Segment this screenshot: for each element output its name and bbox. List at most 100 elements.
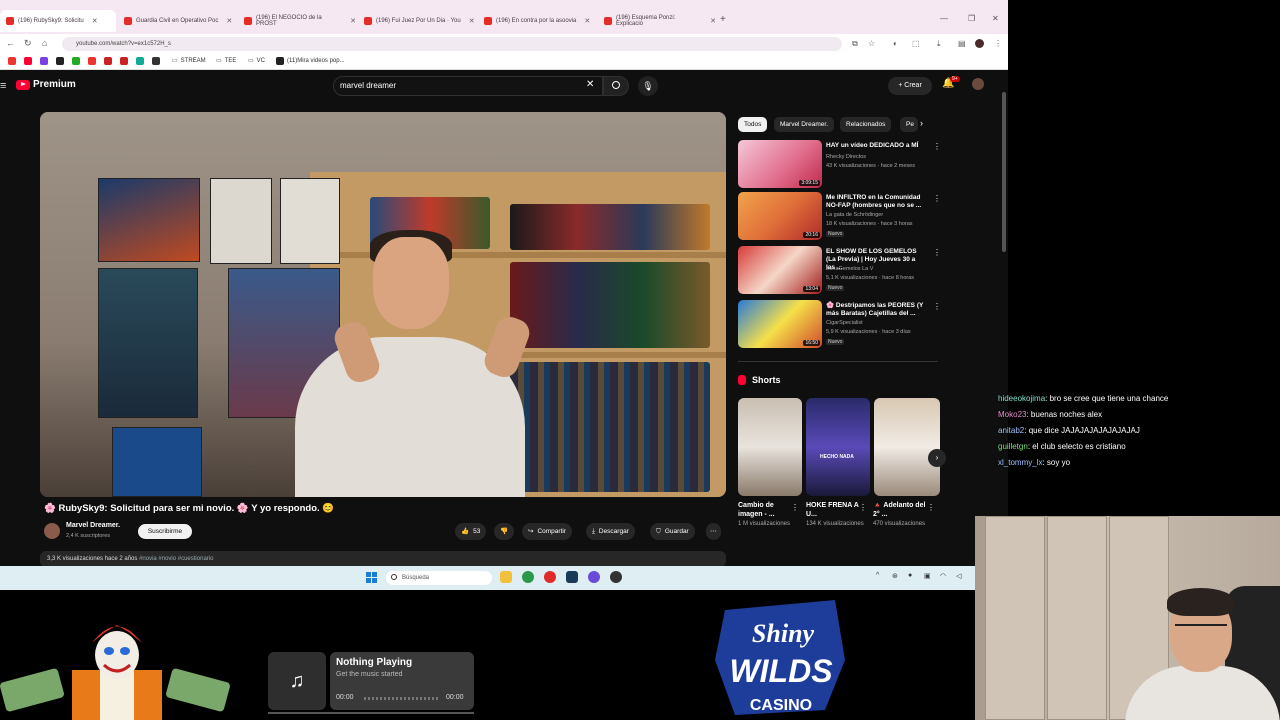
bookmark-icon[interactable] [40,57,48,65]
video-thumbnail[interactable]: 20:16 [738,192,822,240]
media-player-icon[interactable] [544,571,556,583]
more-vertical-icon[interactable]: ⋮ [791,503,799,512]
tab[interactable]: (196) Esquema Ponzi: Explicacio ✕ [604,12,716,30]
cast-icon[interactable]: ⧉ [852,39,858,49]
chip-todos[interactable]: Todos [738,117,768,132]
taskbar-search[interactable]: Búsqueda [386,571,492,585]
back-icon[interactable]: ← [6,38,15,48]
tab[interactable]: (196) El NEGOCIO de la PROST ✕ [244,12,356,30]
chevron-right-icon[interactable]: › [928,449,946,467]
channel-name[interactable]: Marvel Dreamer. [66,522,120,529]
more-vertical-icon[interactable]: ⋮ [933,302,941,311]
tray-app-icon[interactable]: ⊛ [892,572,898,580]
description-box[interactable]: 3,3 K visualizaciones hace 2 años #novia… [40,551,726,567]
windows-start-icon[interactable] [366,572,377,583]
bookmark-link[interactable]: (11)Mira videos pop... [276,57,345,65]
voice-search-icon[interactable]: 🎙 [638,76,658,96]
short-title[interactable]: 🔺 Adelanto del 2° ... [873,501,933,519]
close-icon[interactable]: ✕ [350,17,356,25]
recommendation-title[interactable]: HAY un vídeo DEDICADO a MÍ [826,142,926,150]
bookmark-icon[interactable] [120,57,128,65]
hamburger-menu-icon[interactable]: ≡ [0,80,6,92]
recommendation-title[interactable]: Me INFILTRO en la Comunidad NO-FAP (homb… [826,194,926,210]
page-scrollbar[interactable] [1000,72,1008,562]
short-thumbnail[interactable]: HECHO NADA [806,398,870,496]
video-thumbnail[interactable]: 3:09:15 [738,140,822,188]
discord-icon[interactable] [588,571,600,583]
home-icon[interactable]: ⌂ [42,38,47,48]
search-input[interactable]: marvel dreamer [333,76,603,96]
download-icon[interactable]: ⤓ [937,39,941,49]
recommendation-item[interactable]: 16:50 🌸 Destripamos las PEORES (Y más Ba… [738,300,941,348]
close-icon[interactable]: ✕ [469,17,475,25]
clear-search-icon[interactable]: ✕ [586,79,594,90]
puzzle-icon[interactable]: ⬚ [912,39,920,48]
minimize-icon[interactable]: — [940,14,948,23]
tray-chevron-icon[interactable]: ^ [876,572,879,579]
chevron-right-icon[interactable]: › [920,118,923,128]
more-vertical-icon[interactable]: ⋮ [933,142,941,151]
more-vertical-icon[interactable]: ⋮ [859,503,867,512]
bookmark-icon[interactable] [88,57,96,65]
recommendation-item[interactable]: 3:09:15 HAY un vídeo DEDICADO a MÍ Rheck… [738,140,941,188]
close-icon[interactable]: ✕ [710,17,716,25]
bookmark-icon[interactable] [104,57,112,65]
bookmark-folder-vc[interactable]: ▭ VC [248,57,265,65]
dislike-button[interactable]: 👎 [494,523,515,540]
more-vertical-icon[interactable]: ⋮ [933,194,941,203]
share-button[interactable]: ↪ Compartir [522,523,572,540]
youtube-premium-logo[interactable]: Premium [16,79,76,90]
channel-avatar[interactable] [44,523,60,539]
video-thumbnail[interactable]: 16:50 [738,300,822,348]
tray-app-icon[interactable]: ● [908,572,912,579]
bookmark-folder-stream[interactable]: ▭ STREAM [172,57,206,65]
close-icon[interactable]: ✕ [226,17,232,25]
recommendation-channel[interactable]: Rhecky Directos [826,154,866,160]
bookmark-star-icon[interactable]: ☆ [868,39,875,48]
address-bar[interactable]: youtube.com/watch?v=ex1c572H_s [62,37,842,51]
more-actions-button[interactable]: ⋯ [706,523,721,540]
short-thumbnail[interactable] [738,398,802,496]
short-thumbnail[interactable] [874,398,940,496]
search-button[interactable] [603,76,629,96]
bookmark-icon[interactable] [8,57,16,65]
tab-active[interactable]: (196) RubySky9: Solicitu ✕ [0,10,116,32]
tab[interactable]: (196) En contra por la asoovia ✕ [484,12,596,30]
recommendation-item[interactable]: 13:04 EL SHOW DE LOS GEMELOS (La Previa)… [738,246,941,294]
profile-avatar[interactable] [975,39,984,48]
recommendation-item[interactable]: 20:16 Me INFILTRO en la Comunidad NO-FAP… [738,192,941,240]
bookmark-icon[interactable] [72,57,80,65]
bookmark-icon[interactable] [152,57,160,65]
recommendation-title[interactable]: 🌸 Destripamos las PEORES (Y más Baratas)… [826,302,926,318]
chip-relacionados[interactable]: Relacionados [840,117,892,132]
extension-icon[interactable]: ◐ [893,39,898,48]
recommendation-channel[interactable]: ZonaGemelos La V [826,266,873,272]
reload-icon[interactable]: ↻ [24,38,32,49]
user-avatar[interactable] [972,78,984,90]
bookmark-folder-tee[interactable]: ▭ TEE [216,57,236,65]
subscribe-button[interactable]: Suscribirme [138,524,192,539]
save-button[interactable]: ⛉ Guardar [650,523,695,540]
recommendation-channel[interactable]: CigarSpecialist [826,320,863,326]
bookmark-icon[interactable] [136,57,144,65]
hashtags[interactable]: #novia #novio #cuestionario [139,556,213,562]
menu-dots-icon[interactable]: ⋮ [994,39,1002,48]
tab[interactable]: Guardia Civil en Operativo Poc ✕ [124,12,236,30]
file-explorer-icon[interactable] [500,571,512,583]
download-button[interactable]: ⤓ Descargar [586,523,635,540]
window-close-icon[interactable]: ✕ [992,14,999,23]
volume-icon[interactable]: ◁ [956,572,961,580]
short-title[interactable]: HOKE FRENA A U... [806,501,866,519]
close-icon[interactable]: ✕ [92,17,98,25]
steam-icon[interactable] [566,571,578,583]
tab[interactable]: (196) Fui Juez Por Un Dia · You ✕ [364,12,476,30]
maximize-icon[interactable]: ❐ [968,14,975,23]
create-button[interactable]: + Crear [888,77,932,95]
close-icon[interactable]: ✕ [584,17,590,25]
chip-marvel-dreamer[interactable]: Marvel Dreamer. [774,117,835,132]
bookmark-icon[interactable] [24,57,32,65]
video-thumbnail[interactable]: 13:04 [738,246,822,294]
tray-app-icon[interactable]: ▣ [924,572,931,580]
sidebar-icon[interactable]: ▤ [958,39,966,48]
new-tab-icon[interactable]: + [720,14,726,25]
